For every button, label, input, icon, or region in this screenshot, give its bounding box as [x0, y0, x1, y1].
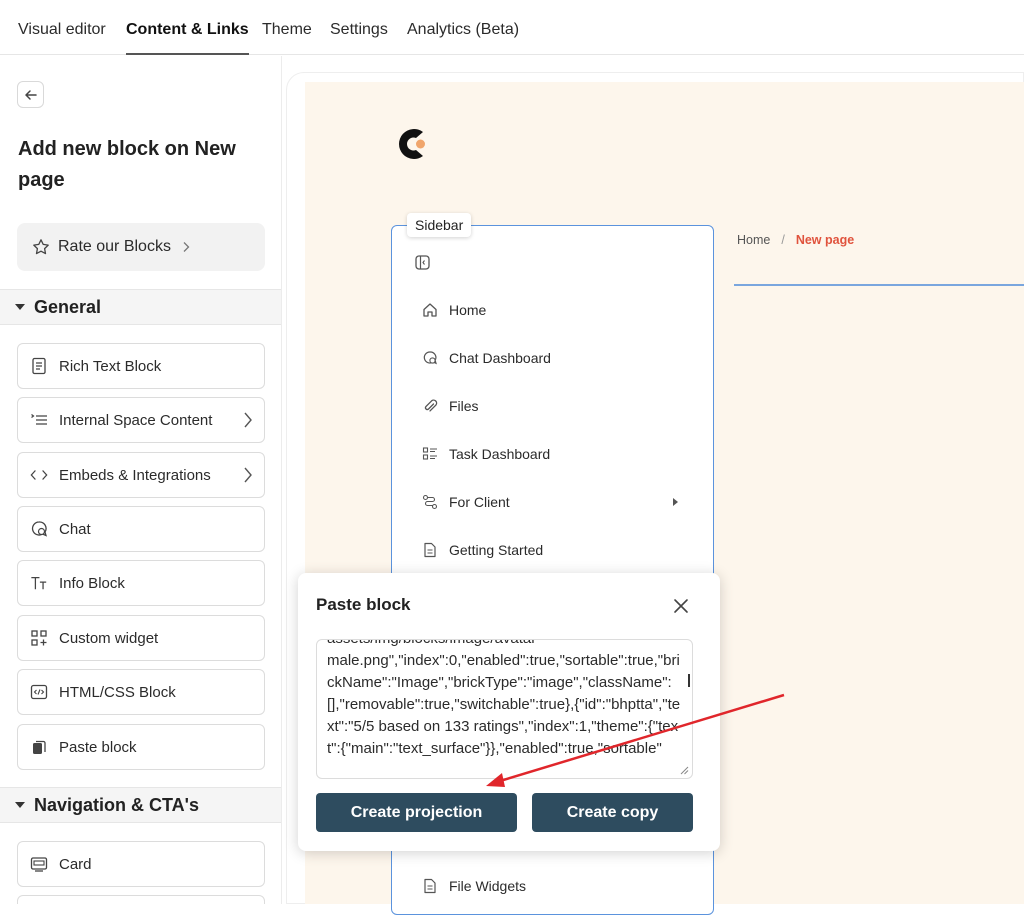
rate-blocks-button[interactable]: Rate our Blocks — [17, 223, 265, 271]
block-label: HTML/CSS Block — [59, 683, 176, 701]
tab-analytics[interactable]: Analytics (Beta) — [407, 0, 519, 55]
sidebar-collapse-icon[interactable] — [415, 255, 430, 270]
sidebar-item-file-widgets[interactable]: File Widgets — [422, 875, 526, 897]
chat-icon — [30, 520, 48, 538]
back-button[interactable] — [17, 81, 44, 108]
sidebar-item-label: File Widgets — [449, 878, 527, 894]
html-code-icon — [30, 683, 48, 701]
sidebar-item-getting-started[interactable]: Getting Started — [422, 539, 543, 561]
block-library-panel: Add new block on New page Rate our Block… — [0, 56, 282, 904]
tab-content-links[interactable]: Content & Links — [126, 0, 249, 55]
paste-textarea[interactable]: assets/img/blocks/image/avatar male.png"… — [316, 639, 693, 779]
panel-title: Add new block on New page — [18, 138, 236, 191]
section-general-header[interactable]: General — [0, 289, 281, 325]
block-rich-text[interactable]: Rich Text Block — [17, 343, 265, 389]
widget-grid-icon — [30, 629, 48, 647]
block-label: Chat — [59, 520, 91, 538]
arrow-left-icon — [23, 87, 39, 103]
block-card[interactable]: Card — [17, 841, 265, 887]
block-label: Info Block — [59, 574, 125, 592]
document-icon — [30, 357, 48, 375]
content-block-outline[interactable] — [734, 284, 1024, 286]
block-label: Card — [59, 855, 92, 873]
create-projection-button[interactable]: Create projection — [316, 793, 517, 832]
section-navigation-header[interactable]: Navigation & CTA's — [0, 787, 281, 823]
block-label: Paste block — [59, 738, 137, 756]
sidebar-item-label: Home — [449, 302, 487, 318]
site-logo — [393, 123, 431, 165]
tab-visual-editor[interactable]: Visual editor — [18, 0, 106, 55]
sidebar-item-label: Files — [449, 398, 479, 414]
paste-block-modal: Paste block assets/img/blocks/image/avat… — [298, 573, 720, 851]
close-icon[interactable] — [672, 597, 690, 615]
paste-icon — [30, 738, 48, 756]
modal-title: Paste block — [316, 595, 411, 614]
block-custom-widget[interactable]: Custom widget — [17, 615, 265, 661]
sidebar-item-task-dashboard[interactable]: Task Dashboard — [422, 443, 550, 465]
section-navigation-label: Navigation & CTA's — [34, 794, 199, 815]
sidebar-item-chat-dashboard[interactable]: Chat Dashboard — [422, 347, 551, 369]
breadcrumb: Home / New page — [737, 233, 854, 247]
breadcrumb-separator: / — [781, 233, 785, 247]
block-label: Rich Text Block — [59, 357, 162, 375]
chat-icon — [422, 350, 438, 366]
sidebar-item-label: Task Dashboard — [449, 446, 551, 462]
flow-icon — [422, 494, 438, 510]
breadcrumb-current: New page — [795, 233, 855, 247]
tab-theme[interactable]: Theme — [262, 0, 312, 55]
block-chat[interactable]: Chat — [17, 506, 265, 552]
paste-textarea-content: assets/img/blocks/image/avatar male.png"… — [327, 640, 681, 757]
sidebar-item-home[interactable]: Home — [422, 299, 486, 321]
document-icon — [422, 878, 438, 894]
task-list-icon — [422, 446, 438, 462]
rate-blocks-label: Rate our Blocks — [58, 238, 171, 255]
card-icon — [30, 855, 48, 873]
block-embeds-integrations[interactable]: Embeds & Integrations — [17, 452, 265, 498]
paperclip-icon — [422, 398, 438, 414]
top-navigation: Visual editor Content & Links Theme Sett… — [0, 0, 1024, 55]
list-indent-icon — [30, 411, 48, 429]
breadcrumb-home[interactable]: Home — [737, 233, 770, 247]
block-internal-space-content[interactable]: Internal Space Content — [17, 397, 265, 443]
sidebar-item-label: Chat Dashboard — [449, 350, 551, 366]
chevron-right-icon — [242, 466, 254, 484]
caret-down-icon — [15, 801, 25, 809]
chevron-right-icon — [181, 241, 191, 253]
text-cursor — [688, 674, 690, 687]
star-icon — [32, 238, 50, 256]
section-general-label: General — [34, 296, 102, 317]
text-size-icon — [30, 574, 48, 592]
caret-down-icon — [15, 303, 25, 311]
block-label: Custom widget — [59, 629, 159, 647]
document-icon — [422, 542, 438, 558]
block-label: Internal Space Content — [59, 411, 213, 429]
sidebar-item-label: For Client — [449, 494, 510, 510]
create-copy-button[interactable]: Create copy — [532, 793, 693, 832]
caret-right-icon[interactable] — [672, 497, 679, 507]
resize-handle-icon[interactable] — [679, 765, 689, 775]
block-info[interactable]: Info Block — [17, 560, 265, 606]
block-label: Embeds & Integrations — [59, 466, 211, 484]
tab-settings[interactable]: Settings — [330, 0, 388, 55]
sidebar-tag-label: Sidebar — [407, 213, 472, 237]
sidebar-item-label: Getting Started — [449, 542, 544, 558]
block-paste[interactable]: Paste block — [17, 724, 265, 770]
sidebar-item-files[interactable]: Files — [422, 395, 479, 417]
code-brackets-icon — [30, 466, 48, 484]
chevron-right-icon — [242, 411, 254, 429]
sidebar-item-for-client[interactable]: For Client — [422, 491, 510, 513]
block-html-css[interactable]: HTML/CSS Block — [17, 669, 265, 715]
home-icon — [422, 302, 438, 318]
block-next-partial[interactable] — [17, 895, 265, 904]
